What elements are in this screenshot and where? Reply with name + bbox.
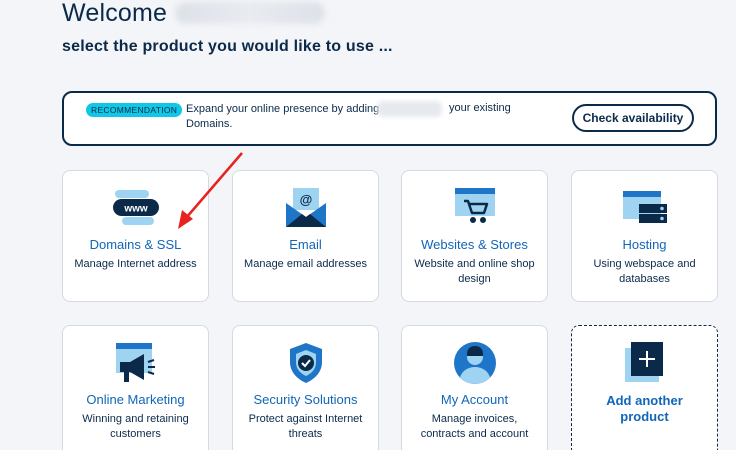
store-icon (454, 188, 495, 223)
card-title: Hosting (622, 237, 667, 252)
card-description: Using webspace and databases (593, 258, 696, 285)
svg-text:www: www (123, 204, 148, 215)
card-title: Security Solutions (253, 392, 358, 407)
recommendation-text-part1: Expand your online presence by adding (186, 103, 380, 115)
svg-text:@: @ (299, 192, 312, 207)
shield-icon (289, 343, 322, 383)
recommendation-text-part2: your existing (449, 102, 511, 114)
card-title: Online Marketing (86, 392, 185, 407)
plus-icon (624, 342, 663, 382)
server-icon (622, 191, 667, 223)
product-card-marketing[interactable]: Online Marketing Winning and retaining c… (62, 325, 209, 450)
recommendation-banner: RECOMMENDATION Expand your online presen… (62, 91, 717, 146)
email-icon: @ (285, 188, 326, 227)
recommendation-text-line2: Domains. (186, 118, 233, 130)
redacted-username (175, 2, 326, 24)
product-card-domains[interactable]: www Domains & SSL Manage Internet addres… (62, 170, 209, 302)
card-title: Websites & Stores (421, 237, 528, 252)
product-card-security[interactable]: Security Solutions Protect against Inter… (232, 325, 379, 450)
product-card-add-another[interactable]: Add another product (571, 325, 718, 450)
card-description: Manage invoices, contracts and account (420, 413, 529, 440)
check-availability-button[interactable]: Check availability (572, 104, 694, 132)
card-description: Manage email addresses (244, 258, 367, 270)
product-card-hosting[interactable]: Hosting Using webspace and databases (571, 170, 718, 302)
card-title: Domains & SSL (89, 237, 182, 252)
welcome-text: Welcome (62, 0, 168, 27)
card-description: Protect against Internet threats (248, 413, 363, 440)
product-card-websites[interactable]: Websites & Stores Website and online sho… (401, 170, 548, 302)
card-title: Email (289, 237, 322, 252)
account-icon (453, 342, 496, 384)
www-icon: www (112, 190, 159, 225)
redacted-domain (377, 101, 442, 117)
card-title: My Account (440, 392, 509, 407)
card-description: Website and online shop design (414, 258, 535, 285)
page-subtitle: select the product you would like to use… (62, 38, 393, 55)
card-title: Add another product (606, 393, 683, 424)
recommendation-badge: RECOMMENDATION (86, 103, 183, 117)
card-description: Manage Internet address (74, 258, 197, 270)
welcome-heading: Welcome (62, 0, 326, 27)
megaphone-icon (115, 343, 155, 382)
product-card-email[interactable]: @ Email Manage email addresses (232, 170, 379, 302)
card-description: Winning and retaining customers (82, 413, 189, 440)
product-card-account[interactable]: My Account Manage invoices, contracts an… (401, 325, 548, 450)
